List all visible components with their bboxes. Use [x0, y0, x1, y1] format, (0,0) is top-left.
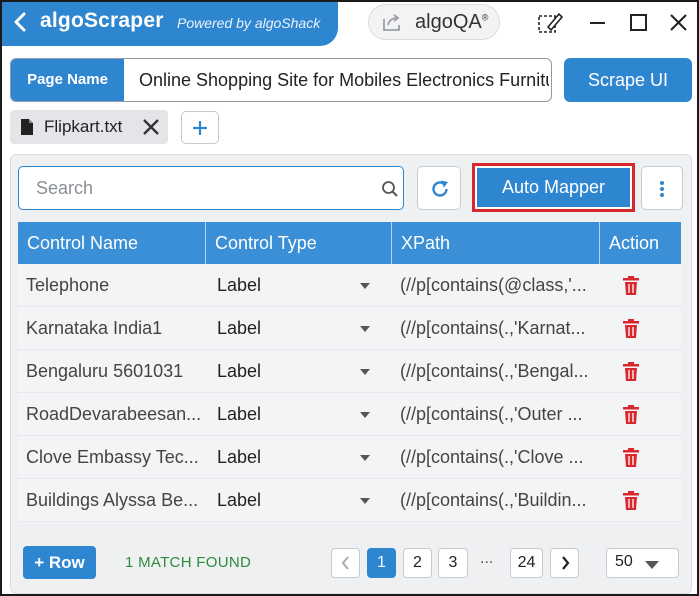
- column-header-control-name[interactable]: Control Name: [18, 222, 206, 264]
- trash-icon[interactable]: [622, 405, 640, 425]
- control-type-select[interactable]: Label: [217, 479, 277, 522]
- more-options-button[interactable]: [641, 166, 683, 210]
- share-icon: [383, 14, 400, 31]
- search-field[interactable]: Search: [18, 166, 404, 210]
- auto-mapper-highlight: Auto Mapper: [472, 163, 635, 212]
- control-type-select[interactable]: Label: [217, 393, 277, 436]
- search-input[interactable]: Search: [36, 178, 93, 199]
- table-row[interactable]: Clove Embassy Tec... Label (//p[contains…: [18, 436, 681, 479]
- control-name-cell[interactable]: Telephone: [26, 264, 206, 307]
- app-name: algoScraper: [40, 9, 164, 32]
- control-name-cell[interactable]: Clove Embassy Tec...: [26, 436, 206, 479]
- column-header-control-type[interactable]: Control Type: [206, 222, 392, 264]
- back-arrow-icon[interactable]: [10, 10, 30, 34]
- brand-header: algoScraper Powered by algoShack: [2, 2, 338, 46]
- control-type-select[interactable]: Label: [217, 264, 277, 307]
- trash-icon[interactable]: [622, 362, 640, 382]
- xpath-cell[interactable]: (//p[contains(@class,'...: [400, 264, 596, 307]
- table-row[interactable]: RoadDevarabeesan... Label (//p[contains(…: [18, 393, 681, 436]
- caret-down-icon[interactable]: [360, 369, 370, 375]
- trash-icon[interactable]: [622, 448, 640, 468]
- control-name-cell[interactable]: RoadDevarabeesan...: [26, 393, 206, 436]
- page-name-label: Page Name: [11, 59, 124, 101]
- algoqa-button[interactable]: algoQA®: [368, 4, 500, 40]
- refresh-icon: [432, 180, 448, 197]
- trash-icon[interactable]: [622, 491, 640, 511]
- page-name-field[interactable]: Page Name Online Shopping Site for Mobil…: [10, 58, 552, 102]
- control-name-cell[interactable]: Karnataka India1: [26, 307, 206, 350]
- page-size-value: 50: [615, 553, 633, 570]
- file-tab[interactable]: Flipkart.txt: [10, 110, 168, 144]
- column-header-action[interactable]: Action: [600, 222, 681, 264]
- trash-icon[interactable]: [622, 276, 640, 296]
- page-button-3[interactable]: 3: [438, 548, 468, 578]
- title-bar: algoScraper Powered by algoShack algoQA®: [2, 2, 697, 46]
- xpath-cell[interactable]: (//p[contains(.,'Buildin...: [400, 479, 596, 522]
- caret-down-icon[interactable]: [360, 326, 370, 332]
- match-count-text: 1 MATCH FOUND: [125, 554, 252, 571]
- kebab-menu-icon: [660, 181, 664, 197]
- auto-mapper-button[interactable]: Auto Mapper: [477, 168, 630, 207]
- xpath-cell[interactable]: (//p[contains(.,'Clove ...: [400, 436, 596, 479]
- caret-down-icon[interactable]: [360, 412, 370, 418]
- add-tab-button[interactable]: [181, 111, 219, 144]
- chevron-left-icon: [341, 556, 349, 570]
- plus-icon: [193, 121, 207, 135]
- xpath-cell[interactable]: (//p[contains(.,'Bengal...: [400, 350, 596, 393]
- page-name-input[interactable]: Online Shopping Site for Mobiles Electro…: [139, 59, 549, 101]
- close-window-icon[interactable]: [664, 8, 694, 38]
- table-header: Control Name Control Type XPath Action: [18, 222, 681, 264]
- control-type-select[interactable]: Label: [217, 307, 277, 350]
- control-type-select[interactable]: Label: [217, 350, 277, 393]
- app-window: algoScraper Powered by algoShack algoQA®: [0, 0, 699, 596]
- close-tab-icon[interactable]: [142, 118, 160, 136]
- file-tab-label: Flipkart.txt: [44, 117, 123, 136]
- page-button-24[interactable]: 24: [510, 548, 543, 578]
- powered-by-text: Powered by algoShack: [177, 15, 321, 31]
- file-icon: [21, 119, 33, 135]
- caret-down-icon[interactable]: [360, 498, 370, 504]
- table-row[interactable]: Karnataka India1 Label (//p[contains(.,'…: [18, 307, 681, 350]
- refresh-button[interactable]: [417, 166, 461, 210]
- pagination-ellipsis: ...: [480, 550, 494, 567]
- column-header-xpath[interactable]: XPath: [392, 222, 600, 264]
- algoqa-label: algoQA®: [415, 11, 489, 33]
- trash-icon[interactable]: [622, 319, 640, 339]
- caret-down-icon[interactable]: [360, 283, 370, 289]
- search-icon[interactable]: [381, 180, 399, 198]
- table-row[interactable]: Bengaluru 5601031 Label (//p[contains(.,…: [18, 350, 681, 393]
- prev-page-button[interactable]: [331, 548, 360, 578]
- table-row[interactable]: Telephone Label (//p[contains(@class,'..…: [18, 264, 681, 307]
- control-name-cell[interactable]: Bengaluru 5601031: [26, 350, 206, 393]
- next-page-button[interactable]: [550, 548, 579, 578]
- maximize-icon[interactable]: [624, 8, 654, 38]
- snip-icon[interactable]: [535, 8, 565, 38]
- xpath-cell[interactable]: (//p[contains(.,'Karnat...: [400, 307, 596, 350]
- control-name-cell[interactable]: Buildings Alyssa Be...: [26, 479, 206, 522]
- scrape-ui-button[interactable]: Scrape UI: [564, 58, 692, 102]
- page-size-select[interactable]: 50: [606, 548, 679, 578]
- minimize-icon[interactable]: [583, 8, 613, 38]
- add-row-button[interactable]: + Row: [23, 546, 96, 579]
- caret-down-icon[interactable]: [360, 455, 370, 461]
- control-type-select[interactable]: Label: [217, 436, 277, 479]
- page-button-1[interactable]: 1: [367, 548, 396, 578]
- xpath-cell[interactable]: (//p[contains(.,'Outer ...: [400, 393, 596, 436]
- table-body: Telephone Label (//p[contains(@class,'..…: [18, 264, 681, 522]
- table-row[interactable]: Buildings Alyssa Be... Label (//p[contai…: [18, 479, 681, 522]
- chevron-right-icon: [561, 556, 569, 570]
- chevron-down-icon: [645, 561, 659, 569]
- page-button-2[interactable]: 2: [403, 548, 432, 578]
